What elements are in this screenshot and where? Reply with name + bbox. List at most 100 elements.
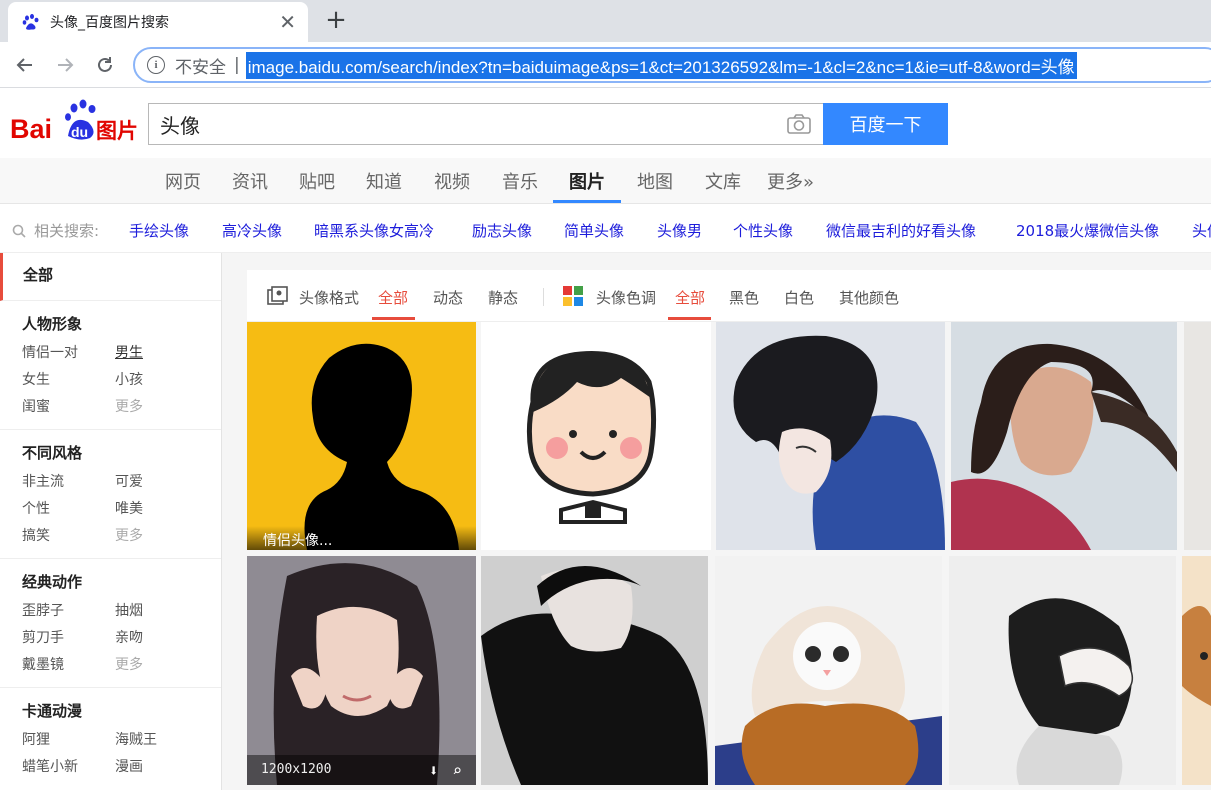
sidebar-link[interactable]: 抽烟 — [115, 600, 208, 627]
tab-video[interactable]: 视频 — [434, 168, 470, 194]
result-image-partial[interactable] — [1182, 556, 1211, 785]
color-filter-label: 头像色调 — [596, 289, 657, 307]
sidebar-item-all[interactable]: 全部 — [0, 253, 221, 301]
sidebar-group-people: 人物形象 情侣一对 男生 女生 小孩 闺蜜 更多 — [0, 301, 221, 430]
kitten-hoodie-image — [715, 556, 942, 785]
security-label: 不安全 — [175, 57, 226, 78]
sidebar-link[interactable]: 非主流 — [22, 471, 115, 498]
image-caption: 情侣头像... — [247, 526, 476, 550]
format-filter-static[interactable]: 静态 — [488, 287, 518, 308]
related-link[interactable]: 2018最火爆微信头像 — [1016, 220, 1159, 241]
sidebar-group-title: 经典动作 — [22, 573, 83, 591]
sidebar-link[interactable]: 搞笑 — [22, 525, 115, 552]
address-bar[interactable]: i 不安全 | image.baidu.com/search/index?tn=… — [133, 47, 1211, 83]
baidu-image-logo[interactable]: Bai du 图片 — [10, 96, 140, 150]
category-sidebar: 全部 人物形象 情侣一对 男生 女生 小孩 闺蜜 更多 不同风格 非主流 可爱 个性 唯美… — [0, 253, 222, 790]
info-icon[interactable]: i — [147, 56, 165, 74]
sidebar-link[interactable]: 女生 — [22, 369, 115, 396]
color-filter-all[interactable]: 全部 — [675, 287, 705, 308]
sidebar-link[interactable]: 情侣一对 — [22, 342, 115, 369]
logo-bai: Bai — [10, 114, 52, 144]
tab-wenku[interactable]: 文库 — [705, 168, 741, 194]
girl-portrait-image — [951, 322, 1177, 550]
sidebar-link[interactable]: 剪刀手 — [22, 627, 115, 654]
tab-zhidao[interactable]: 知道 — [366, 168, 402, 194]
related-link[interactable]: 个性头像 — [733, 220, 793, 241]
sidebar-more-link[interactable]: 更多 — [115, 396, 208, 423]
sidebar-link[interactable]: 闺蜜 — [22, 396, 115, 423]
search-button[interactable]: 百度一下 — [823, 103, 948, 145]
result-image-partial[interactable] — [1184, 322, 1211, 550]
browser-tab[interactable]: 头像_百度图片搜索 ✕ — [8, 2, 308, 42]
related-link[interactable]: 励志头像 — [472, 220, 532, 241]
camera-icon[interactable] — [786, 113, 812, 135]
silhouette-image — [247, 322, 476, 550]
search-input[interactable]: 头像 — [148, 103, 824, 145]
sidebar-link[interactable]: 海贼王 — [115, 729, 208, 756]
back-arrow-icon[interactable] — [10, 50, 40, 80]
image-size-badge: 1200x1200 ⬇ ⌕ — [247, 755, 476, 785]
format-filter-all[interactable]: 全部 — [378, 287, 408, 308]
new-tab-button[interactable]: + — [322, 6, 350, 34]
related-link[interactable]: 高冷头像 — [222, 220, 282, 241]
url-text[interactable]: image.baidu.com/search/index?tn=baiduima… — [245, 51, 1077, 79]
sidebar-link[interactable]: 可爱 — [115, 471, 208, 498]
color-filter-white[interactable]: 白色 — [784, 287, 814, 308]
color-filter-black[interactable]: 黑色 — [729, 287, 759, 308]
sidebar-link[interactable]: 戴墨镜 — [22, 654, 115, 681]
cartoon-partial-image — [1182, 606, 1211, 706]
related-link[interactable]: 暗黑系头像女高冷 — [314, 220, 434, 241]
related-link[interactable]: 简单头像 — [564, 220, 624, 241]
tab-images[interactable]: 图片 — [569, 168, 605, 194]
sidebar-link[interactable]: 漫画 — [115, 756, 208, 783]
result-image[interactable] — [951, 322, 1177, 550]
related-label-text: 相关搜索: — [34, 222, 100, 240]
result-image[interactable]: 情侣头像... — [247, 322, 476, 550]
baidu-header: Bai du 图片 头像 百度一下 — [0, 88, 1211, 158]
tab-more[interactable]: 更多» — [767, 168, 814, 194]
filter-bar: 头像格式 全部 动态 静态 头像色调 全部 黑色 白色 其他颜色 — [247, 270, 1211, 322]
tab-close-icon[interactable]: ✕ — [279, 12, 296, 32]
result-image[interactable] — [949, 556, 1176, 785]
sidebar-link[interactable]: 蜡笔小新 — [22, 756, 115, 783]
logo-tupian: 图片 — [96, 119, 138, 143]
sidebar-link[interactable]: 阿狸 — [22, 729, 115, 756]
tab-tieba[interactable]: 贴吧 — [299, 168, 335, 194]
related-link[interactable]: 微信最吉利的好看头像 — [826, 220, 976, 241]
sidebar-more-link[interactable]: 更多 — [115, 654, 208, 681]
forward-arrow-icon[interactable] — [50, 50, 80, 80]
related-label: 相关搜索: — [12, 220, 99, 241]
sidebar-link[interactable]: 歪脖子 — [22, 600, 115, 627]
result-image[interactable]: 1200x1200 ⬇ ⌕ — [247, 556, 476, 785]
sidebar-link[interactable]: 唯美 — [115, 498, 208, 525]
cartoon-face-image — [526, 351, 657, 524]
result-image[interactable] — [715, 556, 942, 785]
color-filter-other[interactable]: 其他颜色 — [839, 287, 899, 308]
tab-news[interactable]: 资讯 — [232, 168, 268, 194]
related-link[interactable]: 头像 — [1192, 220, 1211, 241]
related-link[interactable]: 头像男 — [657, 220, 702, 241]
format-filter-label: 头像格式 — [299, 289, 360, 307]
filter-divider — [543, 288, 544, 306]
result-image[interactable] — [481, 556, 708, 785]
download-icon[interactable]: ⬇ — [429, 761, 439, 780]
sidebar-link[interactable]: 男生 — [115, 342, 208, 369]
related-searches: 相关搜索: 手绘头像 高冷头像 暗黑系头像女高冷 励志头像 简单头像 头像男 个… — [0, 205, 1211, 253]
tab-map[interactable]: 地图 — [637, 168, 673, 194]
sidebar-link[interactable]: 小孩 — [115, 369, 208, 396]
sidebar-link[interactable]: 亲吻 — [115, 627, 208, 654]
tab-webpage[interactable]: 网页 — [165, 168, 201, 194]
result-image[interactable] — [716, 322, 945, 550]
tab-music[interactable]: 音乐 — [502, 168, 538, 194]
format-filter-animated[interactable]: 动态 — [433, 287, 463, 308]
sidebar-link[interactable]: 个性 — [22, 498, 115, 525]
sidebar-group-action: 经典动作 歪脖子 抽烟 剪刀手 亲吻 戴墨镜 更多 — [0, 559, 221, 688]
sidebar-more-link[interactable]: 更多 — [115, 525, 208, 552]
magnify-icon[interactable]: ⌕ — [452, 761, 462, 780]
reload-icon[interactable] — [90, 50, 120, 80]
result-image[interactable] — [481, 322, 711, 550]
anime-boy-image — [716, 322, 945, 550]
sidebar-group-cartoon: 卡通动漫 阿狸 海贼王 蜡笔小新 漫画 — [0, 688, 221, 789]
related-link[interactable]: 手绘头像 — [129, 220, 189, 241]
search-query[interactable]: 头像 — [160, 110, 786, 139]
